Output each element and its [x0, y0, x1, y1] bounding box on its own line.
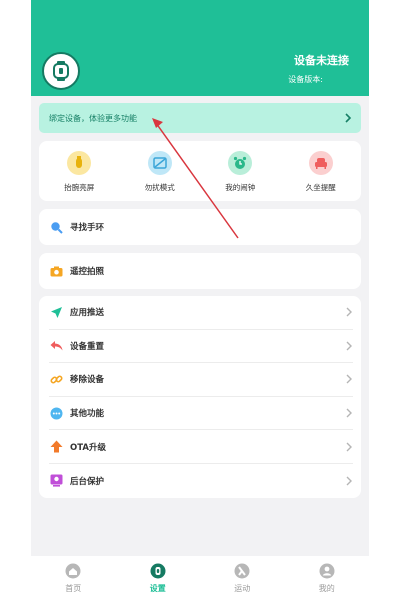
chevron-right-icon [346, 374, 352, 384]
tab-sport[interactable]: 运动 [200, 556, 285, 600]
sport-icon [234, 563, 250, 579]
tab-label: 设置 [149, 584, 166, 593]
list-item-label: 设备重置 [70, 341, 105, 352]
list-item-remove-device[interactable]: 移除设备 [49, 363, 353, 397]
reset-icon [49, 339, 63, 353]
bind-device-banner[interactable]: 绑定设备，体验更多功能 [39, 103, 361, 133]
quick-action-alarm[interactable]: 我的闹钟 [200, 141, 281, 201]
list-item-label: 其他功能 [70, 409, 105, 420]
quick-action-label: 久坐提醒 [305, 183, 336, 192]
remote-photo-label: 遥控拍照 [70, 267, 105, 277]
send-icon [49, 305, 63, 319]
unlink-icon [49, 372, 63, 386]
home-icon [65, 563, 81, 579]
quick-action-label: 我的闹钟 [225, 183, 256, 192]
chevron-right-icon [346, 442, 352, 452]
sedentary-reminder-icon [308, 151, 333, 175]
tab-label: 我的 [318, 584, 335, 593]
smartwatch-icon [53, 61, 69, 81]
find-band-label: 寻找手环 [70, 223, 105, 233]
remote-photo-row[interactable]: 遥控拍照 [39, 253, 361, 289]
list-item-label: 后台保护 [70, 476, 105, 487]
profile-icon [319, 563, 335, 579]
quick-actions-card: 抬腕亮屏 勿扰模式 我的闹钟 久坐提醒 [39, 141, 361, 201]
chevron-right-icon [346, 307, 352, 317]
list-item-label: 移除设备 [70, 375, 105, 386]
more-icon [49, 406, 63, 420]
quick-action-label: 抬腕亮屏 [64, 183, 95, 192]
tab-label: 运动 [234, 584, 251, 593]
camera-icon [49, 264, 63, 278]
tab-home[interactable]: 首页 [31, 556, 116, 600]
alarm-clock-icon [228, 151, 253, 175]
list-item-device-reset[interactable]: 设备重置 [49, 330, 353, 364]
find-band-row[interactable]: 寻找手环 [39, 209, 361, 245]
quick-action-sedentary[interactable]: 久坐提醒 [281, 141, 362, 201]
background-protection-icon [49, 474, 63, 488]
device-settings-icon [150, 563, 166, 579]
bottom-tab-bar: 首页 设置 运动 我的 [31, 556, 369, 600]
list-item-label: 应用推送 [70, 308, 105, 319]
bind-device-text: 绑定设备，体验更多功能 [49, 113, 137, 123]
settings-list: 应用推送 设备重置 移除设备 其他功能 OTA升级 后台保护 [39, 296, 361, 498]
chevron-right-icon [346, 341, 352, 351]
quick-action-do-not-disturb[interactable]: 勿扰模式 [120, 141, 201, 201]
connection-status: 设备未连接 [294, 54, 349, 67]
chevron-right-icon [346, 476, 352, 486]
watch-avatar[interactable] [42, 52, 80, 90]
upgrade-icon [49, 440, 63, 454]
tab-mine[interactable]: 我的 [285, 556, 370, 600]
device-header: 设备未连接 设备版本: [31, 0, 369, 96]
device-version: 设备版本: [288, 75, 323, 84]
tab-settings[interactable]: 设置 [116, 556, 201, 600]
do-not-disturb-icon [147, 151, 172, 175]
list-item-app-push[interactable]: 应用推送 [49, 296, 353, 330]
list-item-ota-upgrade[interactable]: OTA升级 [49, 430, 353, 464]
wrist-raise-icon [67, 151, 92, 175]
app-screen: 设备未连接 设备版本: 绑定设备，体验更多功能 抬腕亮屏 勿扰模式 我的闹钟 久… [31, 0, 369, 600]
list-item-label: OTA升级 [70, 442, 106, 453]
list-item-other-functions[interactable]: 其他功能 [49, 397, 353, 431]
quick-action-wrist-raise[interactable]: 抬腕亮屏 [39, 141, 120, 201]
chevron-right-icon [346, 408, 352, 418]
tab-label: 首页 [65, 584, 82, 593]
list-item-background-protection[interactable]: 后台保护 [49, 464, 353, 498]
chevron-right-icon [345, 113, 352, 123]
search-icon [49, 220, 63, 234]
quick-action-label: 勿扰模式 [144, 183, 175, 192]
